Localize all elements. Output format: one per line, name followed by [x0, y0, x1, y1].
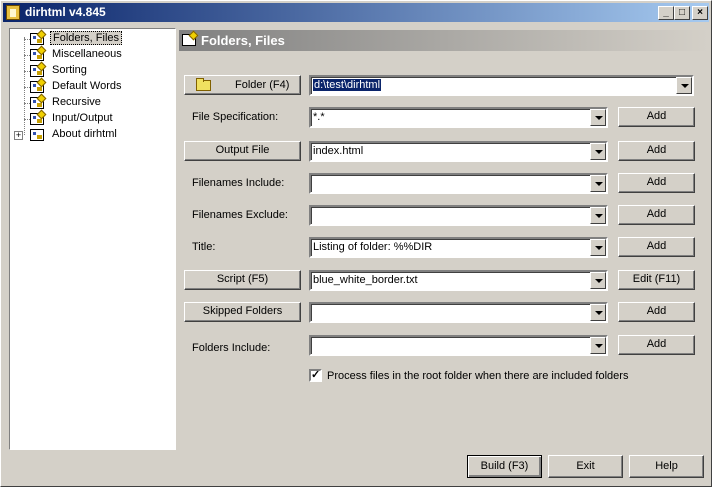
about-icon — [30, 128, 46, 142]
close-button[interactable]: × — [692, 6, 708, 20]
folders-include-combo[interactable] — [309, 335, 608, 356]
file-spec-combo[interactable]: *.* — [309, 107, 608, 128]
file-spec-value: *.* — [313, 111, 325, 123]
window-title: dirhtml v4.845 — [25, 5, 106, 19]
skipped-folders-combo[interactable] — [309, 302, 608, 323]
dropdown-arrow-icon[interactable] — [590, 109, 606, 126]
script-value: blue_white_border.txt — [313, 274, 418, 286]
folder-icon — [196, 78, 211, 91]
tree-item-label: Folders, Files — [50, 31, 123, 45]
dropdown-arrow-icon[interactable] — [590, 272, 606, 289]
tree-item-input-output[interactable]: Input/Output — [10, 109, 170, 127]
tree-item-about-dirhtml[interactable]: + About dirhtml — [10, 127, 170, 143]
minimize-button[interactable]: _ — [658, 6, 674, 20]
add-filenames-include-button[interactable]: Add — [618, 173, 695, 193]
tree-item-label: Sorting — [52, 64, 87, 76]
main-window: dirhtml v4.845 _ □ × Folders, Files Misc… — [0, 0, 712, 487]
add-title-button[interactable]: Add — [618, 237, 695, 257]
dropdown-arrow-icon[interactable] — [590, 175, 606, 192]
add-skipped-folders-button[interactable]: Add — [618, 302, 695, 322]
folder-combo[interactable]: d:\test\dirhtml — [309, 75, 694, 96]
filenames-exclude-combo[interactable] — [309, 205, 608, 226]
maximize-button[interactable]: □ — [674, 6, 690, 20]
skipped-folders-button[interactable]: Skipped Folders — [184, 302, 301, 322]
title-value: Listing of folder: %%DIR — [313, 241, 433, 253]
tree-item-default-words[interactable]: Default Words — [10, 77, 170, 95]
add-output-file-button[interactable]: Add — [618, 141, 695, 161]
recursive-icon — [30, 93, 47, 110]
add-filenames-exclude-button[interactable]: Add — [618, 205, 695, 225]
title-label: Title: — [192, 241, 216, 253]
miscellaneous-icon — [30, 45, 47, 62]
output-file-combo[interactable]: index.html — [309, 141, 608, 162]
filenames-include-label: Filenames Include: — [192, 177, 285, 189]
dropdown-arrow-icon[interactable] — [590, 207, 606, 224]
tree-item-label: Recursive — [52, 96, 101, 108]
edit-script-button[interactable]: Edit (F11) — [618, 270, 695, 290]
panel-title: Folders, Files — [201, 33, 285, 48]
folders-files-icon — [30, 29, 47, 46]
dropdown-arrow-icon[interactable] — [590, 337, 606, 354]
script-button[interactable]: Script (F5) — [184, 270, 301, 290]
sorting-icon — [30, 61, 47, 78]
app-icon — [6, 5, 20, 20]
exit-button[interactable]: Exit — [548, 455, 623, 478]
tree-item-folders-files[interactable]: Folders, Files — [10, 29, 170, 47]
filenames-exclude-label: Filenames Exclude: — [192, 209, 288, 221]
dropdown-arrow-icon[interactable] — [590, 239, 606, 256]
output-file-button[interactable]: Output File — [184, 141, 301, 161]
process-root-label: Process files in the root folder when th… — [327, 370, 629, 382]
filenames-include-combo[interactable] — [309, 173, 608, 194]
folders-files-icon — [182, 30, 199, 47]
title-bar[interactable]: dirhtml v4.845 _ □ × — [3, 3, 709, 22]
add-file-spec-button[interactable]: Add — [618, 107, 695, 127]
tree-item-miscellaneous[interactable]: Miscellaneous — [10, 45, 170, 63]
panel-header: Folders, Files — [179, 30, 709, 51]
tree-item-sorting[interactable]: Sorting — [10, 61, 170, 79]
settings-tree[interactable]: Folders, Files Miscellaneous Sorting Def… — [9, 28, 176, 450]
help-button[interactable]: Help — [629, 455, 704, 478]
tree-item-label: Input/Output — [52, 112, 113, 124]
title-combo[interactable]: Listing of folder: %%DIR — [309, 237, 608, 258]
tree-item-label: About dirhtml — [52, 128, 117, 140]
tree-item-label: Miscellaneous — [52, 48, 122, 60]
tree-item-label: Default Words — [52, 80, 122, 92]
file-spec-label: File Specification: — [192, 111, 279, 123]
expand-icon[interactable]: + — [14, 131, 23, 140]
dropdown-arrow-icon[interactable] — [590, 143, 606, 160]
output-file-value: index.html — [313, 145, 364, 157]
tree-item-recursive[interactable]: Recursive — [10, 93, 170, 111]
folder-value: d:\test\dirhtml — [313, 79, 382, 91]
folders-include-label: Folders Include: — [192, 342, 271, 354]
input-output-icon — [30, 109, 47, 126]
script-combo[interactable]: blue_white_border.txt — [309, 270, 608, 291]
folder-button[interactable]: Folder (F4) — [184, 75, 301, 95]
dropdown-arrow-icon[interactable] — [590, 304, 606, 321]
folder-button-label: Folder (F4) — [235, 79, 290, 91]
build-button[interactable]: Build (F3) — [467, 455, 542, 478]
add-folders-include-button[interactable]: Add — [618, 335, 695, 355]
dropdown-arrow-icon[interactable] — [676, 77, 692, 94]
default-words-icon — [30, 77, 47, 94]
process-root-checkbox[interactable]: ✓ — [309, 369, 322, 382]
